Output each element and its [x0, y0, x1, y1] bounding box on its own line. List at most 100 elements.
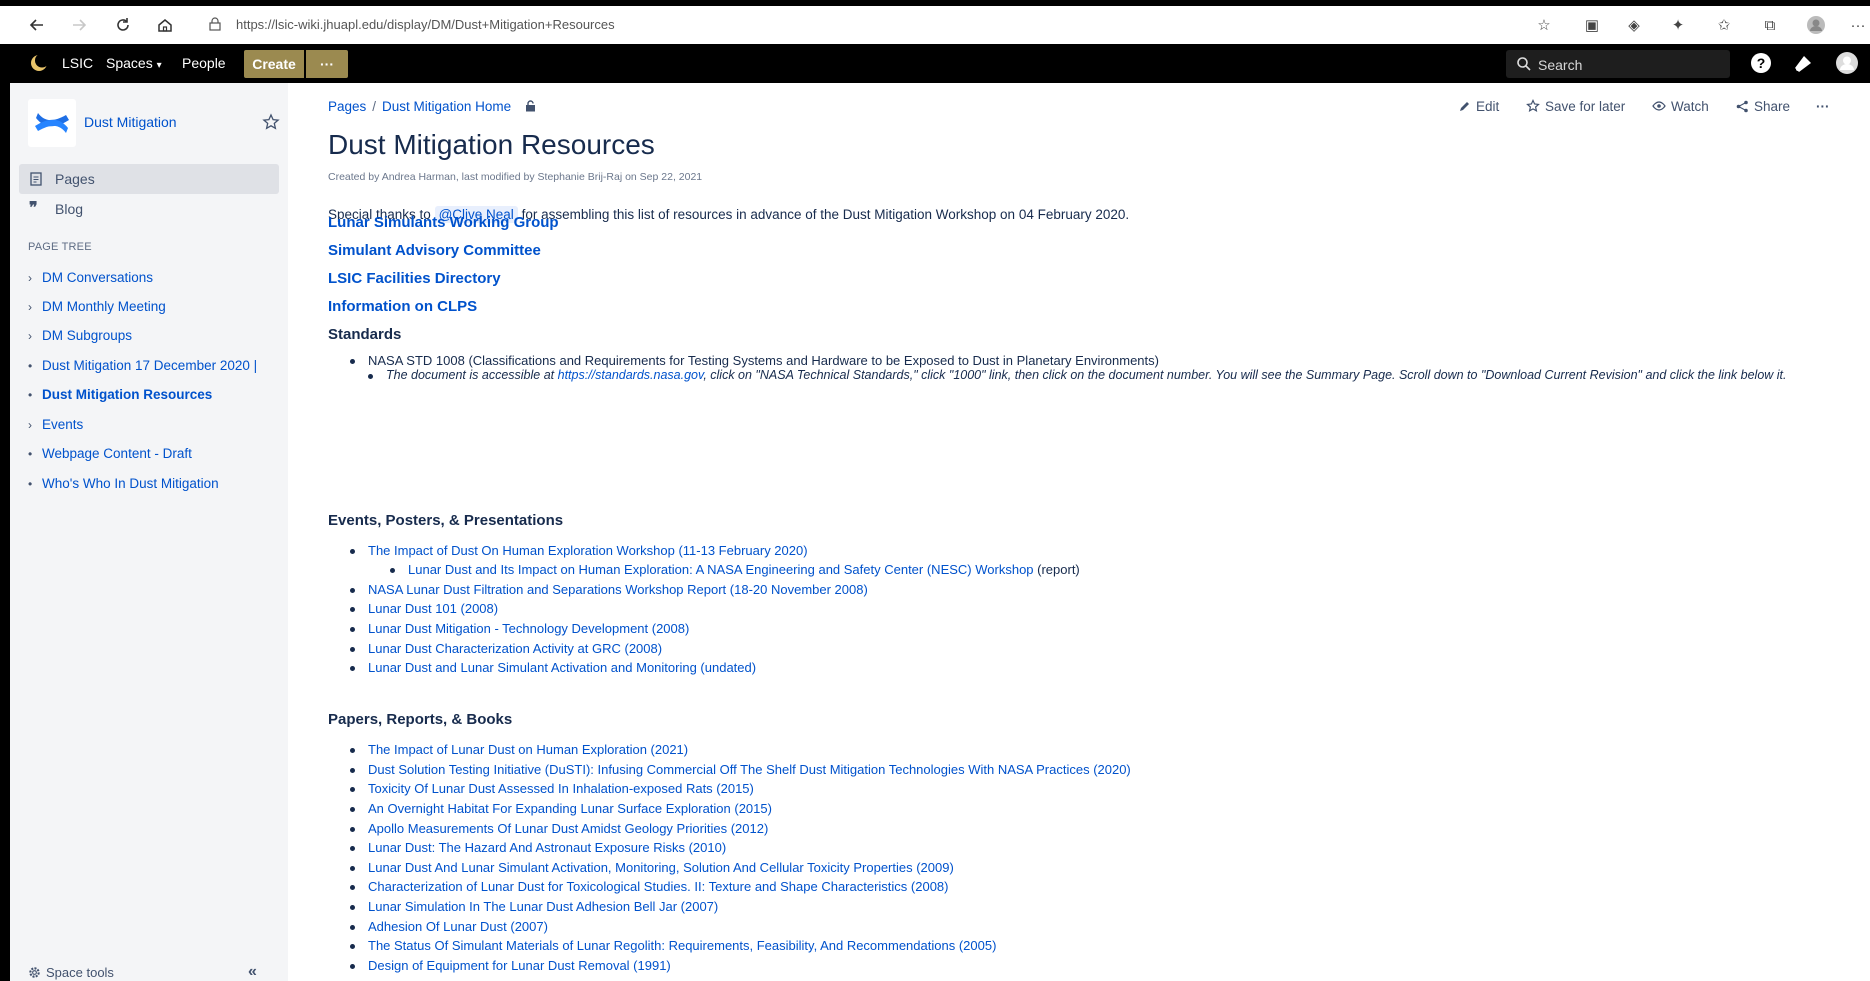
people-link[interactable]: People: [182, 55, 226, 71]
save-for-later-button[interactable]: Save for later: [1526, 99, 1625, 114]
reload-icon[interactable]: [110, 13, 136, 37]
unlock-icon[interactable]: [525, 100, 537, 112]
paper-link[interactable]: Characterization of Lunar Dust for Toxic…: [368, 879, 949, 894]
paper-link[interactable]: Design of Equipment for Lunar Dust Remov…: [368, 958, 671, 973]
page-tree-link[interactable]: Webpage Content - Draft: [42, 446, 192, 461]
edit-button[interactable]: Edit: [1458, 99, 1499, 114]
sidebar-item-label: Pages: [55, 171, 95, 187]
heading-link[interactable]: Simulant Advisory Committee: [328, 242, 541, 259]
extension-icon[interactable]: ▣: [1582, 15, 1602, 35]
paper-link[interactable]: Toxicity Of Lunar Dust Assessed In Inhal…: [368, 781, 754, 796]
page-tree-item[interactable]: › DM Subgroups: [28, 325, 278, 347]
home-icon[interactable]: [152, 13, 178, 37]
create-more-button[interactable]: ···: [306, 50, 348, 78]
page-tree-item[interactable]: • Dust Mitigation 17 December 2020 |: [28, 355, 278, 377]
bullet-icon: [350, 807, 355, 812]
more-actions-button[interactable]: ···: [1816, 99, 1830, 114]
report-suffix: (report): [1033, 562, 1080, 577]
space-name-link[interactable]: Dust Mitigation: [84, 114, 177, 130]
paper-link[interactable]: The Impact of Lunar Dust on Human Explor…: [368, 742, 688, 757]
brand-link[interactable]: LSIC: [62, 55, 93, 71]
paper-link[interactable]: Lunar Dust: The Hazard And Astronaut Exp…: [368, 840, 726, 855]
page-tree-item[interactable]: • Webpage Content - Draft: [28, 443, 278, 465]
page-tree-link[interactable]: Events: [42, 417, 83, 432]
paper-link[interactable]: Dust Solution Testing Initiative (DuSTI)…: [368, 762, 1131, 777]
sidebar-item-blog[interactable]: ❞ Blog: [19, 194, 279, 224]
bullet-icon: [350, 866, 355, 871]
nasa-standards-link[interactable]: https://standards.nasa.gov: [558, 368, 704, 382]
event-link[interactable]: NASA Lunar Dust Filtration and Separatio…: [368, 582, 868, 597]
extension-icon[interactable]: ◈: [1624, 15, 1644, 35]
spaces-menu[interactable]: Spaces ▾: [106, 55, 162, 71]
bullet-icon: [368, 374, 373, 379]
watch-button[interactable]: Watch: [1652, 99, 1709, 114]
event-link[interactable]: Lunar Dust 101 (2008): [368, 601, 498, 616]
share-button[interactable]: Share: [1736, 99, 1790, 114]
forward-icon[interactable]: [66, 13, 92, 37]
screen: https://lsic-wiki.jhuapl.edu/display/DM/…: [0, 0, 1870, 981]
paper-link[interactable]: The Status Of Simulant Materials of Luna…: [368, 938, 996, 953]
expand-chevron-icon[interactable]: ›: [28, 300, 38, 314]
notifications-icon[interactable]: [1790, 50, 1816, 76]
paper-link[interactable]: Adhesion Of Lunar Dust (2007): [368, 919, 548, 934]
expand-chevron-icon[interactable]: ›: [28, 271, 38, 285]
profile-icon[interactable]: [1806, 15, 1826, 35]
star-icon[interactable]: [262, 113, 280, 131]
edit-label: Edit: [1476, 99, 1500, 114]
page-tree-link[interactable]: Dust Mitigation Resources: [42, 387, 212, 402]
add-favorite-icon[interactable]: ☆: [1534, 15, 1554, 35]
space-logo-icon[interactable]: [28, 99, 76, 147]
heading-link[interactable]: Information on CLPS: [328, 298, 477, 315]
sidebar-item-pages[interactable]: Pages: [19, 164, 279, 194]
search-input[interactable]: Search: [1506, 50, 1730, 78]
page-tree-item[interactable]: › DM Monthly Meeting: [28, 296, 278, 318]
page-tree-link[interactable]: DM Conversations: [42, 270, 153, 285]
heading-link[interactable]: LSIC Facilities Directory: [328, 270, 501, 287]
gear-icon: [29, 967, 40, 978]
favorites-icon[interactable]: ✩: [1714, 15, 1734, 35]
standards-note: The document is accessible at https://st…: [386, 366, 1826, 385]
star-icon: [1526, 99, 1540, 112]
event-link[interactable]: Lunar Dust Characterization Activity at …: [368, 641, 662, 656]
lock-icon[interactable]: [208, 17, 222, 31]
page-title: Dust Mitigation Resources: [328, 129, 655, 160]
back-icon[interactable]: [24, 13, 50, 37]
collapse-sidebar-button[interactable]: «: [248, 963, 257, 981]
create-button[interactable]: Create: [244, 50, 304, 78]
thanks-text: for assembling this list of resources in…: [521, 207, 1130, 222]
page-tree-link[interactable]: Dust Mitigation 17 December 2020 |: [42, 358, 257, 373]
puzzle-icon[interactable]: ✦: [1668, 15, 1688, 35]
page-tree-link[interactable]: DM Monthly Meeting: [42, 299, 166, 314]
page-tree-item[interactable]: › DM Conversations: [28, 267, 278, 289]
page-tree-item-current[interactable]: • Dust Mitigation Resources: [28, 384, 278, 406]
expand-chevron-icon[interactable]: ›: [28, 329, 38, 343]
breadcrumb: Pages / Dust Mitigation Home: [328, 99, 537, 114]
paper-link[interactable]: Apollo Measurements Of Lunar Dust Amidst…: [368, 821, 768, 836]
breadcrumb-link[interactable]: Pages: [328, 99, 366, 114]
bullet-icon: [390, 568, 395, 573]
page-tree-item[interactable]: › Events: [28, 414, 278, 436]
heading-link[interactable]: Lunar Simulants Working Group: [328, 214, 559, 231]
breadcrumb-link[interactable]: Dust Mitigation Home: [382, 99, 511, 114]
expand-chevron-icon[interactable]: ›: [28, 418, 38, 432]
page-tree-link[interactable]: Who's Who In Dust Mitigation: [42, 476, 219, 491]
page-tree-link[interactable]: DM Subgroups: [42, 328, 132, 343]
help-icon[interactable]: ?: [1748, 50, 1774, 76]
paper-link[interactable]: Lunar Dust And Lunar Simulant Activation…: [368, 860, 954, 875]
share-icon: [1736, 100, 1748, 113]
collections-icon[interactable]: ⧉: [1760, 15, 1780, 35]
paper-link[interactable]: An Overnight Habitat For Expanding Lunar…: [368, 801, 772, 816]
bullet-icon: [350, 905, 355, 910]
event-link[interactable]: Lunar Dust and Lunar Simulant Activation…: [368, 660, 756, 675]
bullet-icon: [350, 768, 355, 773]
address-bar[interactable]: https://lsic-wiki.jhuapl.edu/display/DM/…: [200, 11, 1520, 39]
paper-link[interactable]: Lunar Simulation In The Lunar Dust Adhes…: [368, 899, 718, 914]
event-link[interactable]: Lunar Dust Mitigation - Technology Devel…: [368, 621, 689, 636]
moon-logo-icon[interactable]: [30, 54, 48, 72]
user-avatar[interactable]: [1834, 50, 1860, 76]
event-link[interactable]: The Impact of Dust On Human Exploration …: [368, 543, 808, 558]
url-text[interactable]: https://lsic-wiki.jhuapl.edu/display/DM/…: [236, 17, 615, 32]
browser-menu-icon[interactable]: ···: [1848, 15, 1868, 35]
event-link[interactable]: Lunar Dust and Its Impact on Human Explo…: [408, 562, 1034, 577]
page-tree-item[interactable]: • Who's Who In Dust Mitigation: [28, 473, 278, 495]
